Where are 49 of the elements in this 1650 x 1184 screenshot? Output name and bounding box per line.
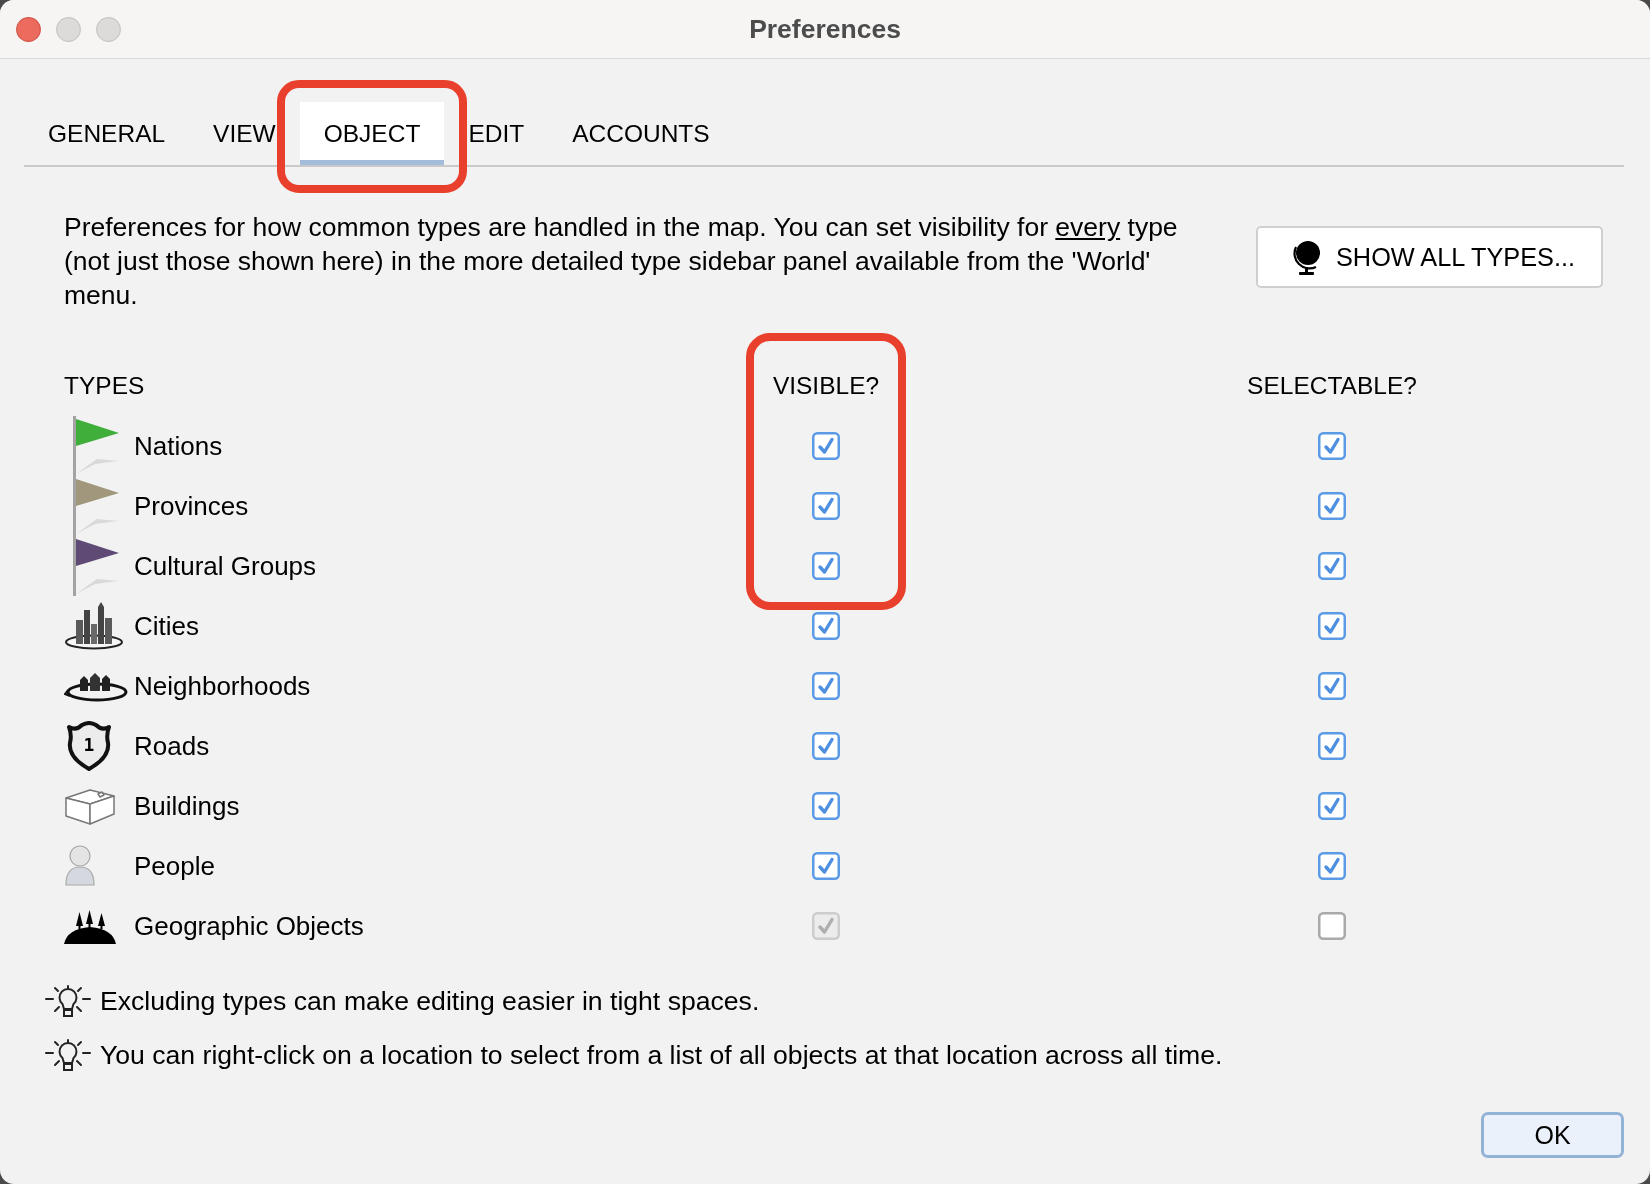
checkbox[interactable] [812, 852, 840, 880]
column-header: TYPES [64, 372, 146, 400]
checkbox[interactable] [1318, 792, 1346, 820]
close-icon[interactable] [16, 16, 41, 42]
tab[interactable]: OBJECT [299, 102, 445, 165]
checkbox[interactable] [1318, 552, 1346, 580]
type-name: Geographic Objects [134, 910, 364, 942]
column-header: SELECTABLE? [1247, 372, 1417, 400]
type-name: Provinces [134, 490, 249, 522]
column-header: VISIBLE? [772, 372, 880, 400]
box-icon [64, 786, 116, 826]
type-name: Nations [134, 430, 223, 462]
checkbox[interactable] [1318, 432, 1346, 460]
description-text: Preferences for how common types are handled in the map. You can set visibility for every type (not just those shown here) in the more detailed type sidebar panel available from the 'World' menu. [64, 211, 1179, 312]
type-name: People [134, 850, 215, 882]
checkbox[interactable] [812, 552, 840, 580]
checkbox[interactable] [812, 672, 840, 700]
tab[interactable]: VIEW [189, 102, 300, 165]
skyline-icon [64, 602, 124, 650]
tip-text: You can right-click on a location to select from a list of all objects at that location across all time. [100, 1039, 1223, 1071]
checkbox[interactable] [1318, 492, 1346, 520]
type-name: Cities [134, 610, 199, 642]
checkbox[interactable] [1318, 672, 1346, 700]
type-name: Roads [134, 730, 210, 762]
lightbulb-icon [44, 985, 92, 1017]
checkbox[interactable] [1318, 732, 1346, 760]
checkbox[interactable] [812, 492, 840, 520]
tab[interactable]: GENERAL [24, 102, 190, 165]
type-name: Buildings [134, 790, 240, 822]
checkbox[interactable] [1318, 912, 1346, 940]
checkbox[interactable] [812, 612, 840, 640]
show-all-types-button[interactable]: SHOW ALL TYPES... [1256, 226, 1603, 288]
checkbox[interactable] [1318, 852, 1346, 880]
lightbulb-icon [44, 1039, 92, 1071]
type-name: Cultural Groups [134, 550, 317, 582]
checkbox[interactable] [812, 732, 840, 760]
houses-icon [64, 670, 128, 702]
hill-trees-icon [64, 908, 116, 944]
type-name: Neighborhoods [134, 670, 311, 702]
tab[interactable]: ACCOUNTS [548, 102, 734, 165]
road-shield-icon: 1 [64, 721, 114, 771]
tip-text: Excluding types can make editing easier in tight spaces. [100, 985, 760, 1017]
checkbox[interactable] [812, 792, 840, 820]
window-title: Preferences [749, 13, 901, 45]
tab[interactable]: EDIT [444, 102, 549, 165]
checkbox[interactable] [1318, 612, 1346, 640]
checkbox[interactable] [812, 432, 840, 460]
person-icon [64, 845, 96, 887]
ok-button[interactable]: OK [1481, 1112, 1624, 1158]
